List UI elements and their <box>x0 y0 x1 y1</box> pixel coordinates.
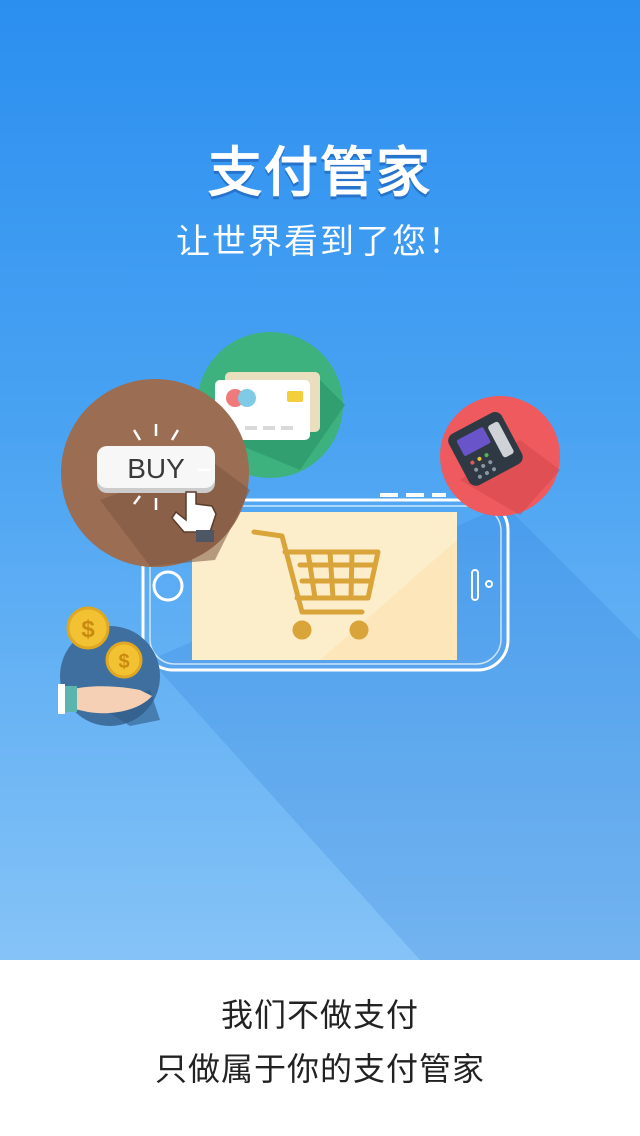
coin-symbol-1: $ <box>81 616 95 643</box>
coins-hand-icon: $ $ <box>58 606 160 726</box>
pos-terminal-icon <box>440 396 560 516</box>
hero-section: 支付管家 让世界看到了您！ BUY $ $ <box>0 0 640 960</box>
footer-tagline-2: 只做属于你的支付管家 <box>154 1050 485 1088</box>
buy-label: BUY <box>127 453 185 484</box>
coin-symbol-2: $ <box>118 651 129 673</box>
buy-button-icon: BUY <box>61 379 250 567</box>
payment-illustration: BUY $ $ <box>58 332 640 960</box>
footer-tagline-1: 我们不做支付 <box>220 996 419 1034</box>
